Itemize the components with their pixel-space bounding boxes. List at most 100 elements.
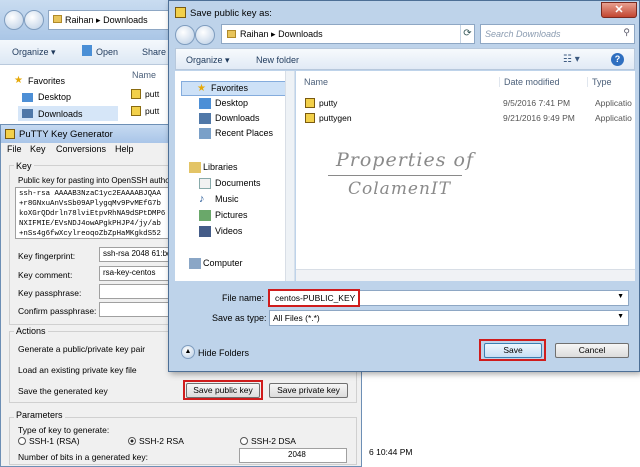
search-placeholder: Search Downloads bbox=[485, 29, 561, 39]
cancel-button[interactable]: Cancel bbox=[555, 343, 629, 358]
dlg-nav-downloads[interactable]: Downloads bbox=[175, 111, 293, 126]
open-button[interactable]: Open bbox=[96, 47, 118, 57]
save-dialog: Save public key as: ✕ Raihan ▸ Downloads… bbox=[168, 0, 640, 372]
close-button[interactable]: ✕ bbox=[601, 2, 637, 18]
puttygen-file-icon bbox=[131, 106, 141, 116]
dlg-nav-recent[interactable]: Recent Places bbox=[175, 126, 293, 141]
dlg-nav-computer[interactable]: Computer bbox=[175, 256, 293, 271]
key-group-label: Key bbox=[14, 161, 34, 171]
passphrase-label: Key passphrase: bbox=[18, 288, 82, 298]
dialog-app-icon bbox=[175, 7, 186, 18]
pubkey-label: Public key for pasting into OpenSSH auth… bbox=[18, 176, 170, 185]
action-generate-label: Generate a public/private key pair bbox=[18, 344, 146, 354]
dialog-breadcrumb-downloads[interactable]: Downloads bbox=[278, 29, 323, 39]
save-button[interactable]: Save bbox=[484, 343, 542, 358]
view-options-icon[interactable]: ☷ ▾ bbox=[563, 54, 580, 65]
col-name-header[interactable]: Name bbox=[304, 77, 328, 87]
nav-scrollbar[interactable] bbox=[285, 71, 294, 281]
watermark-rule bbox=[328, 175, 462, 176]
forward-button[interactable] bbox=[24, 10, 44, 30]
menu-help[interactable]: Help bbox=[115, 144, 134, 154]
menu-file[interactable]: File bbox=[7, 144, 22, 154]
actions-group-label: Actions bbox=[14, 326, 48, 336]
explorer-file-2[interactable]: putt bbox=[145, 106, 159, 116]
puttygen-app-icon bbox=[5, 129, 15, 139]
radio-ssh2-dsa[interactable] bbox=[240, 437, 248, 445]
file-type: Applicatio bbox=[595, 113, 632, 123]
breadcrumb-raihan[interactable]: Raihan bbox=[65, 15, 94, 25]
music-icon: ♪ bbox=[199, 193, 205, 205]
share-button[interactable]: Share bbox=[142, 47, 166, 57]
libraries-icon bbox=[189, 162, 201, 173]
star-icon: ★ bbox=[197, 83, 206, 94]
saveas-label: Save as type: bbox=[212, 313, 267, 323]
file-date: 9/21/2016 9:49 PM bbox=[503, 113, 575, 123]
open-icon bbox=[82, 45, 92, 56]
radio-ssh2-rsa[interactable] bbox=[128, 437, 136, 445]
documents-icon bbox=[199, 178, 211, 189]
comment-label: Key comment: bbox=[18, 270, 73, 280]
dialog-back-button[interactable] bbox=[175, 25, 195, 45]
computer-icon bbox=[189, 258, 201, 269]
file-date: 9/5/2016 7:41 PM bbox=[503, 98, 571, 108]
save-public-key-button[interactable]: Save public key bbox=[186, 383, 260, 398]
dlg-nav-pictures[interactable]: Pictures bbox=[175, 208, 293, 223]
dlg-nav-music[interactable]: ♪ Music bbox=[175, 192, 293, 207]
dialog-address-bar[interactable]: Raihan ▸ Downloads bbox=[221, 24, 475, 44]
file-name: puttygen bbox=[319, 113, 352, 123]
radio-ssh1[interactable] bbox=[18, 437, 26, 445]
dialog-breadcrumb-raihan[interactable]: Raihan bbox=[240, 29, 269, 39]
saveas-select[interactable]: All Files (*.*) ▼ bbox=[269, 310, 629, 326]
explorer-date-fragment: 6 10:44 PM bbox=[369, 447, 413, 457]
dlg-nav-favorites[interactable]: ★ Favorites bbox=[175, 81, 293, 96]
save-private-key-button[interactable]: Save private key bbox=[269, 383, 348, 398]
puttygen-app-icon bbox=[305, 113, 315, 123]
explorer-file-1[interactable]: putt bbox=[145, 89, 159, 99]
menu-conversions[interactable]: Conversions bbox=[56, 144, 106, 154]
dialog-organize-button[interactable]: Organize ▾ bbox=[186, 55, 230, 66]
chevron-down-icon: ▼ bbox=[617, 293, 624, 300]
dlg-nav-libraries[interactable]: Libraries bbox=[175, 160, 293, 175]
nav-downloads[interactable]: Downloads bbox=[38, 109, 83, 119]
folder-icon bbox=[53, 15, 62, 23]
downloads-icon bbox=[22, 109, 33, 118]
explorer-address-bar[interactable]: Raihan ▸ Downloads bbox=[48, 10, 173, 30]
col-type-header[interactable]: Type bbox=[587, 77, 612, 87]
col-date-header[interactable]: Date modified bbox=[499, 77, 560, 87]
desktop-icon bbox=[22, 93, 33, 102]
bits-label: Number of bits in a generated key: bbox=[18, 452, 148, 462]
dialog-toolbar: Organize ▾ New folder ☷ ▾ ? bbox=[175, 48, 635, 70]
horizontal-scrollbar[interactable] bbox=[296, 269, 635, 281]
nav-desktop[interactable]: Desktop bbox=[38, 92, 71, 102]
action-save-label: Save the generated key bbox=[18, 386, 108, 396]
confirm-passphrase-label: Confirm passphrase: bbox=[18, 306, 97, 316]
refresh-icon[interactable]: ⟳ bbox=[460, 25, 474, 43]
radio-ssh2-rsa-label: SSH-2 RSA bbox=[139, 436, 184, 446]
hide-folders-button[interactable]: Hide Folders bbox=[198, 348, 249, 358]
filename-label: File name: bbox=[222, 293, 265, 303]
action-load-label: Load an existing private key file bbox=[18, 365, 137, 375]
menu-key[interactable]: Key bbox=[30, 144, 46, 154]
desktop-icon bbox=[199, 98, 211, 109]
new-folder-button[interactable]: New folder bbox=[256, 55, 299, 65]
dlg-nav-videos[interactable]: Videos bbox=[175, 224, 293, 239]
help-icon[interactable]: ? bbox=[611, 53, 624, 66]
dlg-nav-documents[interactable]: Documents bbox=[175, 176, 293, 191]
bits-field[interactable]: 2048 bbox=[239, 448, 347, 463]
filename-input[interactable]: centos-PUBLIC_KEY ▼ bbox=[268, 289, 629, 307]
explorer-col-name[interactable]: Name bbox=[132, 70, 156, 80]
back-button[interactable] bbox=[4, 10, 24, 30]
breadcrumb-downloads[interactable]: Downloads bbox=[103, 15, 148, 25]
explorer-nav-pane: ★ Favorites Desktop Downloads bbox=[0, 66, 125, 124]
organize-button[interactable]: Organize ▾ bbox=[12, 47, 56, 58]
hide-folders-icon[interactable]: ▲ bbox=[181, 345, 195, 359]
chevron-down-icon: ▼ bbox=[617, 313, 624, 320]
dialog-file-list: Name Date modified Type putty 9/5/2016 7… bbox=[296, 71, 635, 281]
videos-icon bbox=[199, 226, 211, 237]
dialog-forward-button[interactable] bbox=[195, 25, 215, 45]
file-row[interactable]: puttygen 9/21/2016 9:49 PM Applicatio bbox=[303, 112, 635, 126]
file-row[interactable]: putty 9/5/2016 7:41 PM Applicatio bbox=[303, 97, 635, 111]
nav-favorites[interactable]: Favorites bbox=[28, 76, 65, 86]
dlg-nav-desktop[interactable]: Desktop bbox=[175, 96, 293, 111]
file-type: Applicatio bbox=[595, 98, 632, 108]
